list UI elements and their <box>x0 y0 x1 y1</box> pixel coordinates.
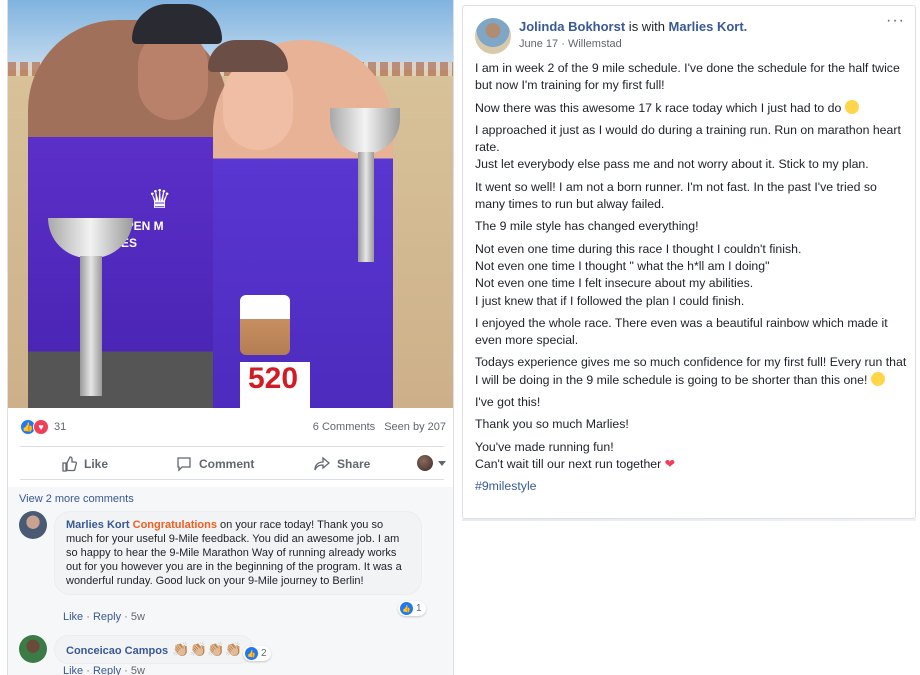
post-body: I am in week 2 of the 9 mile schedule. I… <box>475 60 907 501</box>
caret-down-icon <box>438 460 446 466</box>
avatar[interactable] <box>19 511 47 539</box>
wink-emoji-icon <box>870 371 885 386</box>
post-date[interactable]: June 17 <box>519 38 558 50</box>
post-paragraph: Thank you so much Marlies! <box>475 417 629 432</box>
comment-bubble: Conceicao Campos 👏🏼👏🏼👏🏼👏🏼 <box>54 635 254 664</box>
more-options-icon[interactable]: ··· <box>886 12 905 30</box>
comment-author[interactable]: Marlies Kort <box>66 519 130 531</box>
post-paragraph-with-emoji: Now there was this awesome 17 k race tod… <box>475 99 907 117</box>
smile-emoji-icon <box>844 99 859 114</box>
comments-count-link[interactable]: 6 Comments <box>313 421 375 433</box>
photo-trophy-right-stem <box>358 152 374 262</box>
post-author[interactable]: Jolinda Bokhorst <box>519 19 625 34</box>
photo-coffee-cup <box>240 295 290 355</box>
comment-reaction-badge[interactable]: 👍 2 <box>243 646 271 661</box>
avatar[interactable] <box>475 18 511 54</box>
post-location[interactable]: Willemstad <box>568 38 622 50</box>
share-label: Share <box>337 457 371 471</box>
comment-like-link[interactable]: Like <box>63 611 83 623</box>
comment-meta: Like · Reply · 5w <box>63 665 145 675</box>
seen-by-link[interactable]: Seen by 207 <box>384 421 446 433</box>
comment-button[interactable]: Comment <box>175 455 254 473</box>
comment-reaction-badge[interactable]: 👍 1 <box>398 601 426 616</box>
comment-reply-link[interactable]: Reply <box>93 611 121 623</box>
comment-bubble: Marlies Kort Congratulations on your rac… <box>54 511 422 595</box>
post-detail-card: Jolinda Bokhorst is with Marlies Kort. J… <box>462 5 916 519</box>
love-reaction-icon: ♥ <box>33 419 49 435</box>
comment-text: 👏🏼👏🏼👏🏼👏🏼 <box>172 641 242 657</box>
post-paragraph: It went so well! I am not a born runner.… <box>475 179 877 212</box>
post-photo[interactable]: ♛ ARDLOPEN M MARLIES 520 <box>8 0 453 408</box>
like-button[interactable]: Like <box>60 455 108 473</box>
comment-age[interactable]: 5w <box>131 611 145 623</box>
post-stats-right: 6 Comments Seen by 207 <box>313 421 446 433</box>
comment-label: Comment <box>199 457 255 471</box>
share-arrow-icon <box>313 455 331 473</box>
comment-highlight: Congratulations <box>132 519 217 531</box>
comments-section: View 2 more comments Marlies Kort Congra… <box>8 487 453 675</box>
like-label: Like <box>84 457 109 471</box>
post-paragraph: Not even one time during this race I tho… <box>475 241 802 308</box>
crown-icon: ♛ <box>148 184 172 214</box>
avatar[interactable] <box>19 635 47 663</box>
viewer-avatar <box>417 455 433 471</box>
separator: · <box>561 38 565 50</box>
post-paragraph-with-emoji: You've made running fun! Can't wait till… <box>475 439 907 474</box>
photo-runner-right-face <box>223 60 293 150</box>
post-paragraph: Todays experience gives me so much confi… <box>475 355 907 387</box>
post-paragraph: You've made running fun! Can't wait till… <box>475 439 662 471</box>
reaction-summary[interactable]: 👍 ♥ 31 <box>20 419 66 435</box>
comment-reply-link[interactable]: Reply <box>93 665 121 675</box>
comment-like-link[interactable]: Like <box>63 665 83 675</box>
comment-meta: Like · Reply · 5w <box>63 611 145 623</box>
post-stats: 👍 ♥ 31 6 Comments Seen by 207 <box>8 413 453 439</box>
post-paragraph: Now there was this awesome 17 k race tod… <box>475 100 842 115</box>
like-reaction-icon: 👍 <box>400 602 413 615</box>
photo-trophy-left-stem <box>80 256 102 396</box>
comment-reaction-count: 1 <box>416 603 422 614</box>
comment-bubble-icon <box>175 455 193 473</box>
tagged-person[interactable]: Marlies Kort. <box>669 19 748 34</box>
post-paragraph: I enjoyed the whole race. There even was… <box>475 315 888 348</box>
reaction-count: 31 <box>54 421 67 433</box>
share-button[interactable]: Share <box>313 455 370 473</box>
post-meta: June 17 · Willemstad <box>519 38 622 50</box>
post-paragraph: I am in week 2 of the 9 mile schedule. I… <box>475 61 900 93</box>
photo-runner-right-cap <box>208 40 288 72</box>
hashtag-link[interactable]: #9milestyle <box>475 478 907 495</box>
thumbs-up-icon <box>60 455 78 473</box>
hashtag[interactable]: #9milestyle <box>475 479 537 493</box>
comment-item: Marlies Kort Congratulations on your rac… <box>19 511 422 595</box>
like-reaction-icon: 👍 <box>245 647 258 660</box>
comment-age[interactable]: 5w <box>131 665 145 675</box>
comment-item: Conceicao Campos 👏🏼👏🏼👏🏼👏🏼 <box>19 635 254 664</box>
comment-author[interactable]: Conceicao Campos <box>66 645 168 657</box>
view-more-comments-link[interactable]: View 2 more comments <box>19 493 134 505</box>
post-paragraph-with-emoji: Todays experience gives me so much confi… <box>475 354 907 389</box>
post-header: Jolinda Bokhorst is with Marlies Kort. <box>519 19 747 34</box>
post-paragraph: I've got this! <box>475 395 541 410</box>
post-card: ♛ ARDLOPEN M MARLIES 520 👍 ♥ 31 6 Commen… <box>7 0 454 675</box>
photo-race-bib: 520 <box>240 362 310 408</box>
react-as-selector[interactable] <box>417 455 446 471</box>
post-paragraph: I approached it just as I would do durin… <box>475 122 901 172</box>
post-paragraph: The 9 mile style has changed everything! <box>475 219 699 234</box>
card-bottom-edge <box>462 519 916 521</box>
comment-reaction-count: 2 <box>261 648 267 659</box>
with-text: is with <box>625 19 669 34</box>
post-actions: Like Comment Share <box>20 446 446 480</box>
heart-emoji-icon: ❤ <box>664 456 675 471</box>
